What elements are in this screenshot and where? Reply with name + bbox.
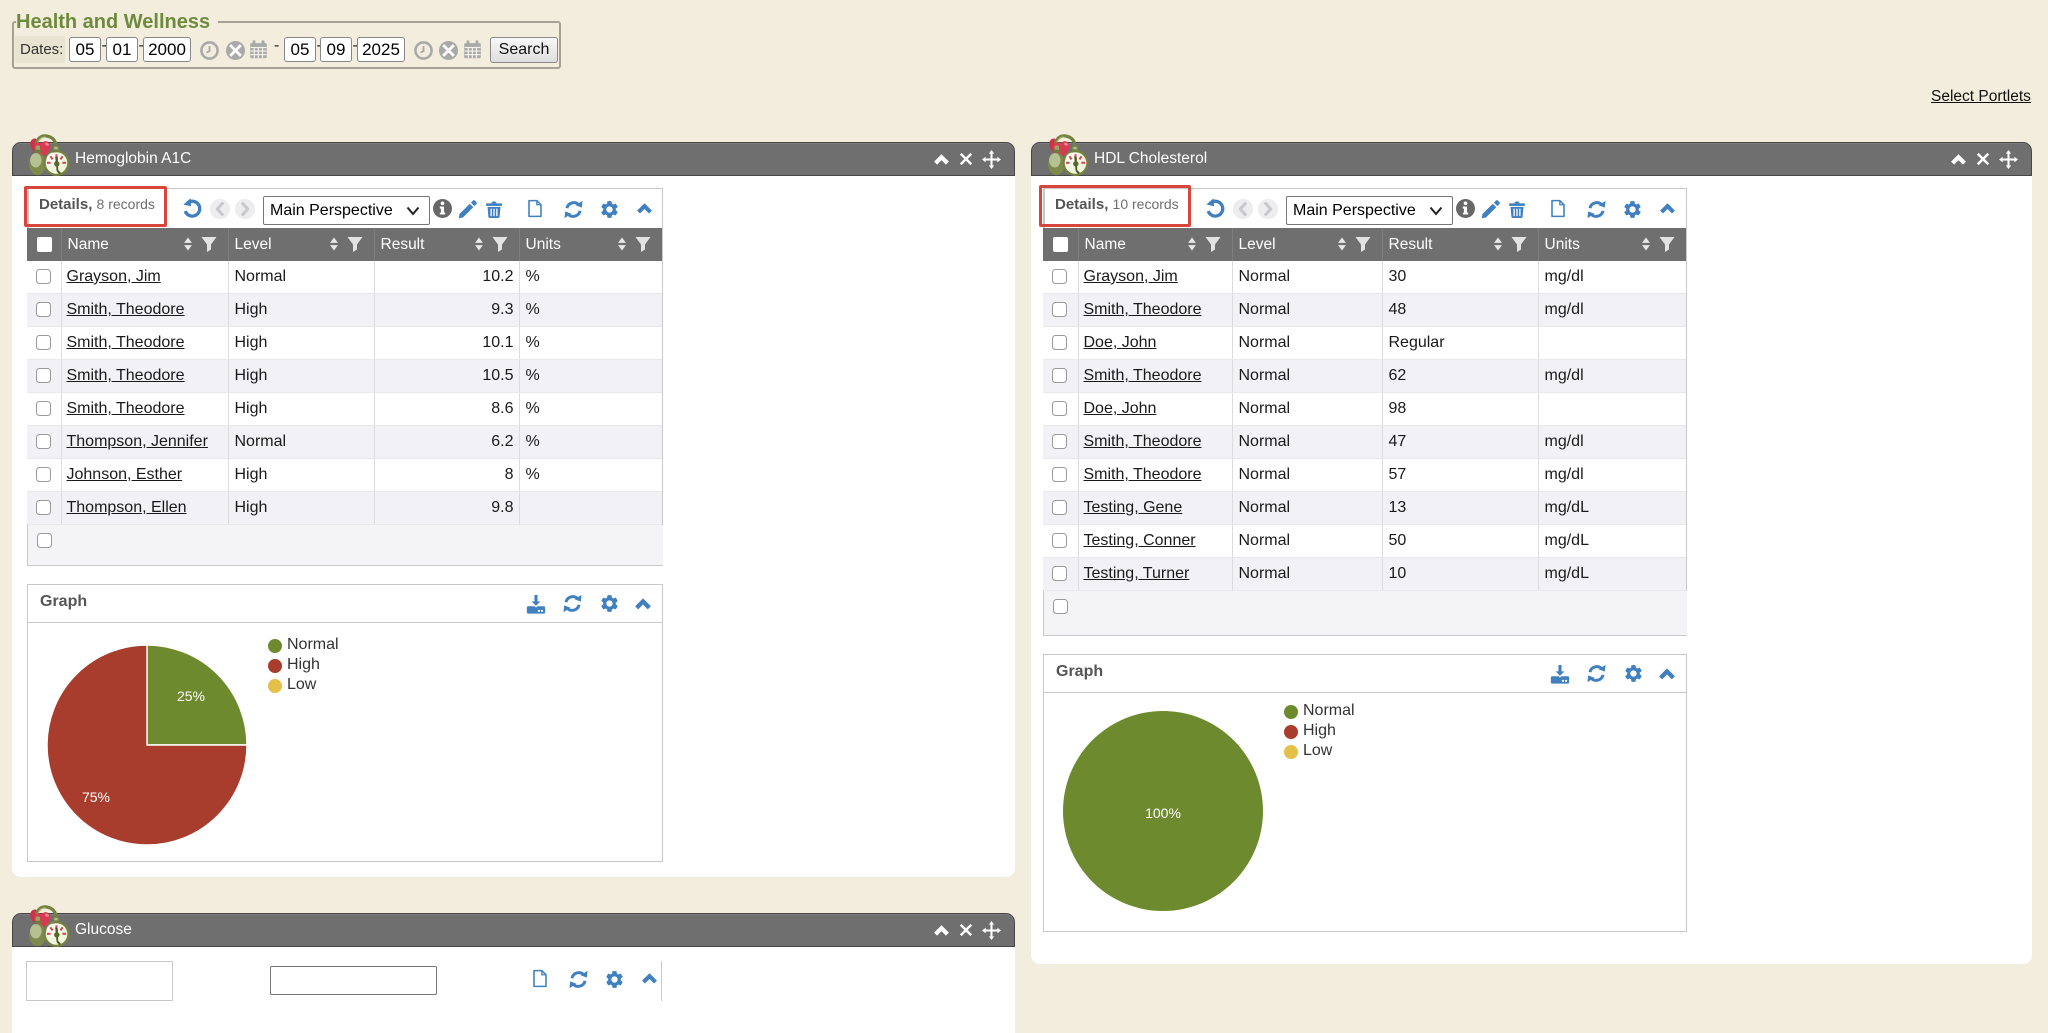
svg-text:100%: 100% <box>1145 805 1181 821</box>
svg-text:75%: 75% <box>82 789 110 805</box>
svg-text:25%: 25% <box>177 688 205 704</box>
